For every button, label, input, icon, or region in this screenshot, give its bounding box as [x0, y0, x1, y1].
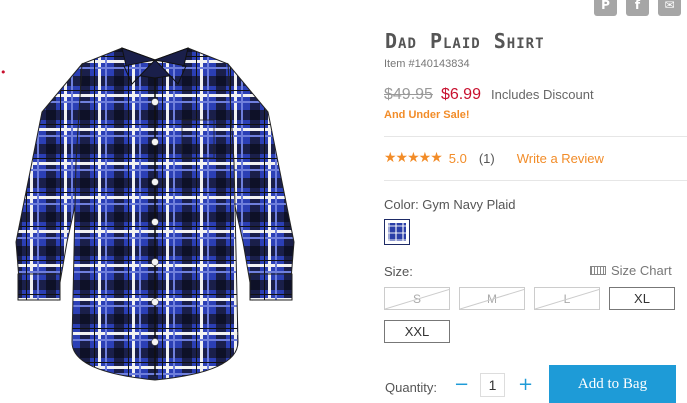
swatch-plaid: [388, 223, 406, 241]
size-chart-label: Size Chart: [611, 263, 672, 278]
product-image: [15, 47, 295, 381]
quantity-increase-button[interactable]: +: [518, 374, 533, 395]
price-note: Includes Discount: [490, 87, 594, 102]
original-price: $49.95: [384, 86, 433, 103]
bullet-mark: •: [0, 66, 7, 79]
write-review-link[interactable]: Write a Review: [517, 151, 604, 166]
size-label: Size:: [384, 264, 413, 279]
product-title: Dad Plaid Shirt: [385, 29, 545, 53]
color-label: Color: Gym Navy Plaid: [384, 197, 516, 212]
facebook-icon[interactable]: f: [626, 0, 649, 16]
share-bar: P f ✉: [594, 0, 681, 16]
add-to-bag-button[interactable]: Add to Bag: [549, 365, 676, 403]
rating-value: 5.0: [448, 150, 467, 166]
quantity-label: Quantity:: [385, 380, 438, 395]
divider: [384, 180, 687, 181]
divider: [384, 136, 687, 137]
price-row: $49.95 $6.99 Includes Discount: [384, 86, 594, 104]
quantity-decrease-button[interactable]: −: [454, 374, 469, 395]
size-chart-link[interactable]: Size Chart: [590, 263, 672, 278]
star-rating-icon: ★★★★★: [384, 150, 443, 166]
sale-price: $6.99: [440, 86, 481, 103]
quantity-input[interactable]: [480, 373, 505, 397]
size-option-s[interactable]: S: [384, 287, 450, 310]
rating-row: ★★★★★ 5.0 (1) Write a Review: [384, 150, 604, 166]
size-option-xxl[interactable]: XXL: [384, 320, 450, 343]
size-option-xl[interactable]: XL: [609, 287, 675, 310]
size-option-l[interactable]: L: [534, 287, 600, 310]
sale-note: And Under Sale!: [384, 109, 470, 121]
email-icon[interactable]: ✉: [658, 0, 681, 16]
color-swatch[interactable]: [384, 219, 410, 245]
size-option-m[interactable]: M: [459, 287, 525, 310]
item-number: Item #140143834: [384, 58, 470, 70]
pinterest-icon[interactable]: P: [594, 0, 617, 16]
ruler-icon: [590, 266, 606, 275]
review-count[interactable]: (1): [479, 151, 495, 166]
